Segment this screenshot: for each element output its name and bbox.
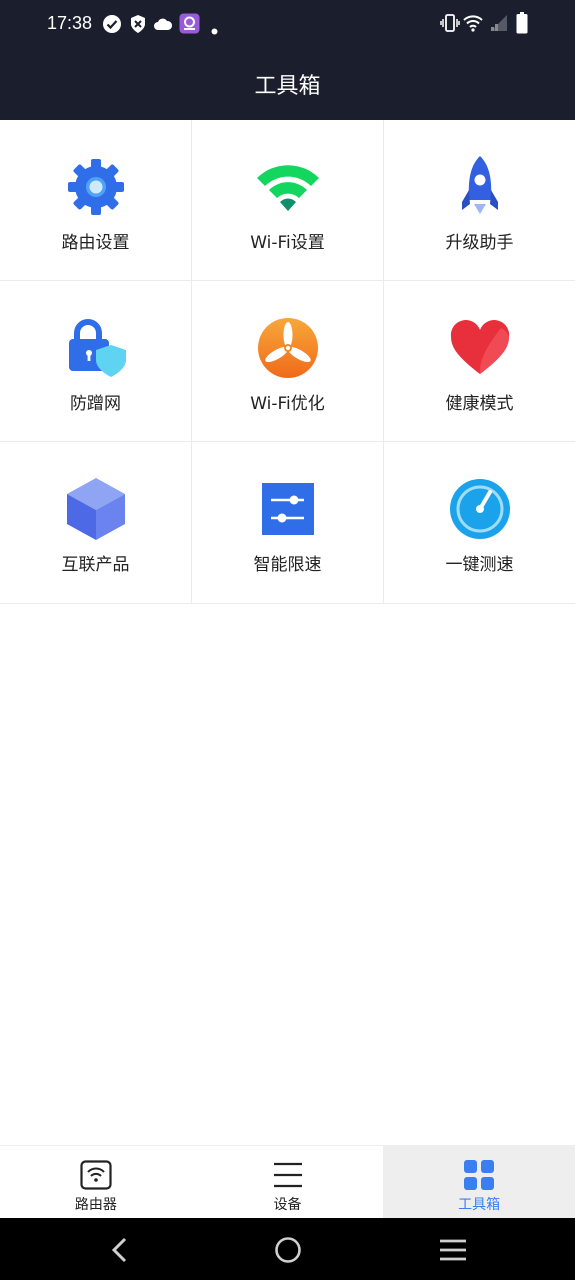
- tool-label: Wi-Fi优化: [250, 394, 325, 414]
- sliders-icon: [255, 476, 321, 542]
- battery-icon: [516, 12, 528, 38]
- tool-label: 一键测速: [445, 555, 514, 575]
- speedometer-icon: [447, 476, 513, 542]
- cube-icon: [63, 476, 129, 542]
- nav-label: 设备: [273, 1197, 302, 1213]
- vibrate-icon: [440, 14, 460, 36]
- system-nav-bar: [0, 1218, 575, 1280]
- status-time: 17:38: [47, 13, 93, 33]
- tool-label: 路由设置: [61, 233, 130, 253]
- tool-label: 健康模式: [445, 394, 514, 414]
- tool-label: 互联产品: [61, 555, 130, 575]
- nav-tab-router[interactable]: 路由器: [0, 1146, 192, 1219]
- home-icon[interactable]: [274, 1236, 302, 1268]
- wifi-icon: [255, 154, 321, 220]
- heart-icon: [447, 315, 513, 381]
- tool-connected-products[interactable]: 互联产品: [0, 442, 192, 604]
- check-circle-icon: [102, 14, 122, 38]
- signal-icon: [490, 14, 508, 36]
- tool-label: 升级助手: [445, 233, 514, 253]
- fan-icon: [255, 315, 321, 381]
- app-badge-icon: [179, 13, 200, 38]
- bottom-nav: 路由器 设备 工具箱: [0, 1145, 575, 1219]
- shield-x-icon: [130, 14, 146, 38]
- recents-icon[interactable]: [439, 1239, 467, 1265]
- tool-speed-test[interactable]: 一键测速: [384, 442, 575, 604]
- tool-label: 智能限速: [253, 555, 322, 575]
- tool-anti-freeload[interactable]: 防蹭网: [0, 281, 192, 442]
- dot-icon: [211, 20, 218, 39]
- tool-upgrade-assistant[interactable]: 升级助手: [384, 120, 575, 281]
- back-icon[interactable]: [110, 1237, 130, 1267]
- header-bar: 工具箱: [0, 48, 575, 120]
- nav-label: 路由器: [74, 1197, 117, 1213]
- tool-label: 防蹭网: [70, 394, 121, 414]
- tool-grid: 路由设置 Wi-Fi设置 升级助手 防蹭网 Wi-Fi优化 健康模式 互联产品 …: [0, 120, 575, 604]
- rocket-icon: [447, 154, 513, 220]
- router-icon: [79, 1158, 113, 1192]
- grid-icon: [462, 1158, 496, 1192]
- nav-label: 工具箱: [458, 1197, 501, 1213]
- lock-shield-icon: [63, 315, 129, 381]
- nav-tab-toolbox[interactable]: 工具箱: [383, 1146, 575, 1219]
- nav-tab-devices[interactable]: 设备: [192, 1146, 384, 1219]
- page-title: 工具箱: [254, 74, 321, 99]
- status-bar: 17:38: [0, 0, 575, 48]
- tool-wifi-settings[interactable]: Wi-Fi设置: [192, 120, 384, 281]
- tool-wifi-optimize[interactable]: Wi-Fi优化: [192, 281, 384, 442]
- tool-health-mode[interactable]: 健康模式: [384, 281, 575, 442]
- tool-label: Wi-Fi设置: [250, 233, 325, 253]
- tool-router-settings[interactable]: 路由设置: [0, 120, 192, 281]
- cloud-icon: [154, 16, 173, 35]
- wifi-icon: [463, 14, 483, 36]
- gear-icon: [63, 154, 129, 220]
- tool-smart-speed-limit[interactable]: 智能限速: [192, 442, 384, 604]
- menu-lines-icon: [271, 1158, 305, 1192]
